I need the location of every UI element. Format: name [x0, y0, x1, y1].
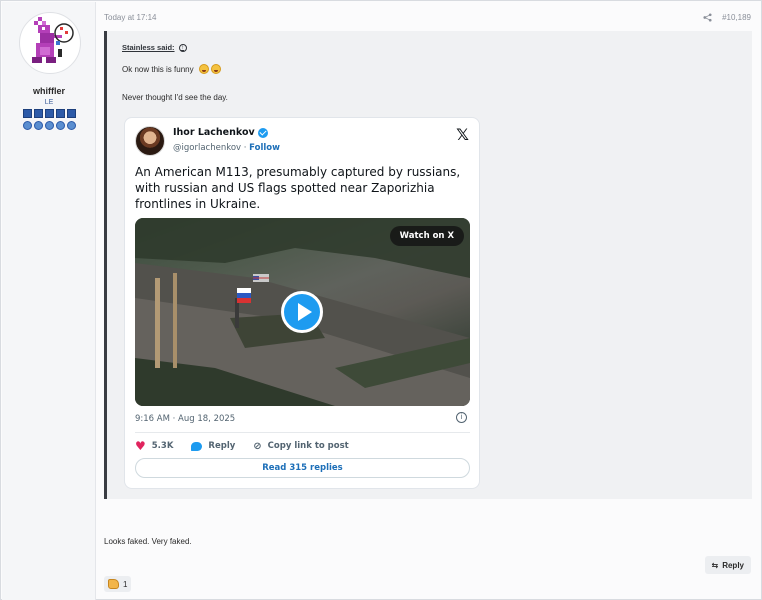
divider	[135, 432, 470, 433]
read-replies-button[interactable]: Read 315 replies	[135, 458, 470, 478]
badge-icon	[56, 121, 65, 130]
verified-badge-icon	[257, 127, 268, 138]
link-icon[interactable]: ⊘	[253, 441, 261, 452]
tweet-author-name[interactable]: Ihor Lachenkov	[173, 127, 255, 138]
username[interactable]: whiffler	[2, 86, 96, 96]
reply-action[interactable]: Reply	[191, 441, 235, 451]
user-avatar[interactable]	[19, 12, 81, 74]
like-action[interactable]: ♥ 5.3K	[135, 439, 173, 453]
x-logo-icon[interactable]: 𝕏	[456, 125, 469, 144]
separator: ·	[241, 143, 250, 153]
reply-button[interactable]: ⇆ Reply	[704, 556, 751, 574]
jump-to-quote-icon[interactable]: ↑	[178, 43, 187, 52]
badge-icon	[67, 109, 76, 118]
forum-post: whiffler LE Today at 17:14 #10,189 Stain	[0, 0, 762, 600]
badge-icon	[45, 109, 54, 118]
tweet-date[interactable]: 9:16 AM · Aug 18, 2025	[135, 414, 235, 424]
quote-author-link[interactable]: Stainless said: ↑	[122, 43, 187, 52]
share-icon[interactable]	[703, 13, 712, 22]
tweet-author[interactable]: Ihor Lachenkov	[173, 127, 268, 138]
like-count: 5.3K	[151, 441, 174, 451]
badge-icon	[23, 109, 32, 118]
quote-author[interactable]: Stainless said:	[122, 43, 175, 52]
quote-line: Ok now this is funny	[122, 64, 221, 74]
copy-link-action[interactable]: ⊘ Copy link to post	[253, 441, 348, 452]
reply-icon: ⇆	[711, 560, 719, 570]
tweet-actions: ♥ 5.3K Reply ⊘ Copy link to post	[135, 439, 349, 453]
badge-icon	[67, 121, 76, 130]
badge-icon	[23, 121, 32, 130]
tweet-handle-row: @igorlachenkov · Follow	[173, 143, 280, 153]
info-icon[interactable]: i	[456, 412, 467, 423]
quote-block: Stainless said: ↑ Ok now this is funny N…	[104, 31, 752, 499]
badge-icon	[56, 109, 65, 118]
heart-icon[interactable]: ♥	[135, 439, 146, 453]
follow-link[interactable]: Follow	[249, 143, 280, 153]
reaction-count: 1	[123, 579, 128, 589]
tweet-text: An American M113, presumably captured by…	[135, 165, 461, 211]
badge-icon	[34, 109, 43, 118]
tweet-handle[interactable]: @igorlachenkov	[173, 143, 241, 153]
laughing-emoji-icon	[210, 64, 221, 74]
user-badges	[23, 109, 77, 131]
user-title: LE	[44, 99, 54, 106]
reply-label: Reply	[208, 441, 236, 451]
badge-icon	[34, 121, 43, 130]
reply-bubble-icon[interactable]	[191, 441, 203, 451]
badge-icon	[45, 121, 54, 130]
user-info-column: whiffler LE	[2, 2, 96, 600]
reply-button-label: Reply	[722, 560, 744, 570]
post-body: Looks faked. Very faked.	[104, 537, 192, 546]
play-button-icon[interactable]	[281, 291, 323, 333]
reaction-summary[interactable]: 1	[104, 576, 132, 592]
watch-on-x-button[interactable]: Watch on X	[389, 226, 464, 246]
tweet-author-avatar[interactable]	[135, 126, 165, 156]
thumbs-up-icon	[108, 579, 119, 589]
quote-text: Never thought I'd see the day.	[122, 93, 228, 102]
copy-link-label: Copy link to post	[267, 441, 349, 451]
tweet-video[interactable]: Watch on X	[135, 218, 470, 406]
post-timestamp[interactable]: Today at 17:14	[104, 13, 156, 22]
laughing-emoji-icon	[198, 64, 209, 74]
post-meta-actions: #10,189	[703, 13, 751, 22]
embedded-tweet: Ihor Lachenkov @igorlachenkov · Follow 𝕏…	[124, 117, 480, 489]
quote-text: Ok now this is funny	[122, 64, 194, 74]
post-number[interactable]: #10,189	[722, 13, 751, 22]
pixel-art-avatar	[32, 17, 74, 63]
